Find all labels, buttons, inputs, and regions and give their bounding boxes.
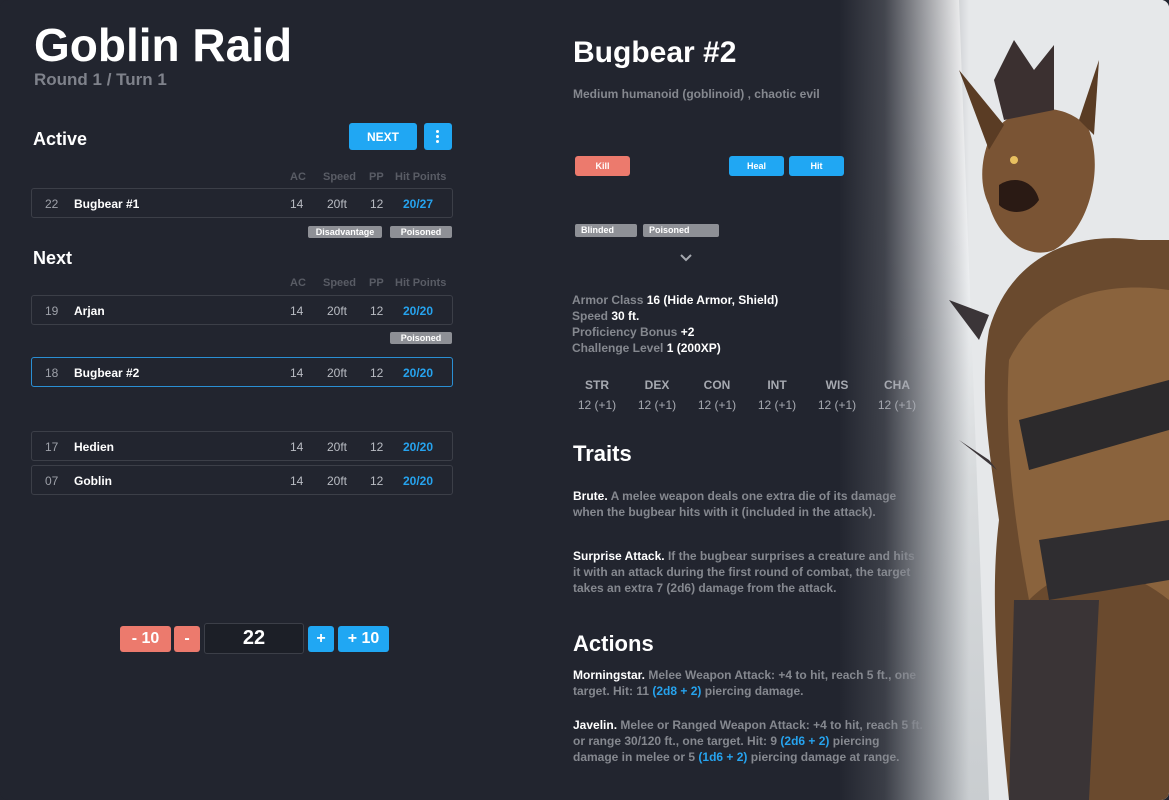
plus-1-button[interactable]: +	[308, 626, 334, 652]
initiative: 17	[45, 440, 59, 454]
encounter-app: Goblin Raid Round 1 / Turn 1 Active NEXT…	[0, 0, 1169, 800]
trait-brute: Brute. A melee weapon deals one extra di…	[573, 489, 897, 519]
ability-cha: CHA 12 (+1)	[877, 378, 917, 412]
hit-points: 20/20	[403, 366, 434, 380]
passive-perception: 12	[370, 440, 384, 454]
armor-class: 14	[290, 440, 304, 454]
col-hit-points: Hit Points	[395, 277, 447, 289]
traits-heading: Traits	[573, 441, 632, 466]
more-options-button[interactable]	[424, 123, 452, 150]
ability-con: CON 12 (+1)	[697, 378, 737, 412]
actions-heading: Actions	[573, 631, 654, 656]
col-speed: Speed	[323, 277, 357, 289]
initiative: 07	[45, 474, 59, 488]
combatant-row-selected[interactable]: 18 Bugbear #2 14 20ft 12 20/20	[31, 357, 453, 387]
speed: 20ft	[327, 304, 348, 318]
ability-str: STR 12 (+1)	[577, 378, 617, 412]
heal-button[interactable]: Heal	[729, 156, 784, 176]
initiative: 19	[45, 304, 59, 318]
proficiency-prop: Proficiency Bonus +2	[572, 325, 695, 339]
col-speed: Speed	[323, 171, 357, 183]
speed: 20ft	[327, 440, 348, 454]
hit-button[interactable]: Hit	[789, 156, 844, 176]
passive-perception: 12	[370, 474, 384, 488]
kill-button[interactable]: Kill	[575, 156, 630, 176]
action-javelin: Javelin. Melee or Ranged Weapon Attack: …	[573, 718, 923, 764]
initiative: 22	[45, 197, 59, 211]
armor-class: 14	[290, 304, 304, 318]
hit-points: 20/20	[403, 474, 434, 488]
speed: 20ft	[327, 474, 348, 488]
combatant-row[interactable]: 17 Hedien 14 20ft 12 20/20	[31, 431, 453, 461]
passive-perception: 12	[370, 366, 384, 380]
plus-10-button[interactable]: + 10	[338, 626, 389, 652]
ability-int: INT 12 (+1)	[757, 378, 797, 412]
combatant-name: Goblin	[74, 474, 112, 488]
combatant-name: Hedien	[74, 440, 115, 454]
action-morningstar: Morningstar. Melee Weapon Attack: +4 to …	[573, 668, 917, 698]
trait-surprise-attack: Surprise Attack. If the bugbear surprise…	[573, 549, 915, 595]
combatant-row[interactable]: 07 Goblin 14 20ft 12 20/20	[31, 465, 453, 495]
combatant-name: Bugbear #2	[74, 366, 140, 380]
encounter-title: Goblin Raid	[34, 19, 293, 71]
armor-class-prop: Armor Class 16 (Hide Armor, Shield)	[572, 293, 779, 307]
combatant-row[interactable]: 19 Arjan 14 20ft 12 20/20	[31, 295, 453, 325]
condition-tag[interactable]: Blinded	[575, 224, 637, 237]
col-pp: PP	[369, 277, 384, 289]
col-ac: AC	[290, 171, 306, 183]
passive-perception: 12	[370, 197, 384, 211]
armor-class: 14	[290, 366, 304, 380]
speed-prop: Speed 30 ft.	[572, 309, 640, 323]
condition-tag: Poisoned	[390, 226, 452, 238]
passive-perception: 12	[370, 304, 384, 318]
speed: 20ft	[327, 366, 348, 380]
condition-tag: Disadvantage	[308, 226, 382, 238]
hit-points: 20/20	[403, 304, 434, 318]
round-turn: Round 1 / Turn 1	[34, 70, 167, 89]
armor-class: 14	[290, 474, 304, 488]
combatant-name: Arjan	[74, 304, 105, 318]
more-vertical-icon	[436, 130, 440, 144]
detail-type: Medium humanoid (goblinoid) , chaotic ev…	[573, 87, 820, 101]
hit-points: 20/20	[403, 440, 434, 454]
minus-10-button[interactable]: - 10	[120, 626, 171, 652]
speed: 20ft	[327, 197, 348, 211]
ability-wis: WIS 12 (+1)	[817, 378, 857, 412]
combatant-name: Bugbear #1	[74, 197, 140, 211]
col-ac: AC	[290, 277, 306, 289]
minus-1-button[interactable]: -	[174, 626, 200, 652]
detail-name: Bugbear #2	[573, 36, 737, 69]
condition-tag[interactable]: Poisoned	[643, 224, 719, 237]
armor-class: 14	[290, 197, 304, 211]
col-hit-points: Hit Points	[395, 171, 447, 183]
next-button[interactable]: NEXT	[349, 123, 417, 150]
ability-dex: DEX 12 (+1)	[637, 378, 677, 412]
condition-tag: Poisoned	[390, 332, 452, 344]
challenge-prop: Challenge Level 1 (200XP)	[572, 341, 721, 355]
hit-points: 20/27	[403, 197, 434, 211]
amount-input[interactable]: 22	[204, 623, 304, 654]
col-pp: PP	[369, 171, 384, 183]
next-heading: Next	[33, 248, 73, 268]
combatant-row[interactable]: 22 Bugbear #1 14 20ft 12 20/27	[31, 188, 453, 218]
chevron-down-icon[interactable]	[679, 253, 693, 263]
initiative: 18	[45, 366, 59, 380]
active-heading: Active	[33, 129, 88, 149]
